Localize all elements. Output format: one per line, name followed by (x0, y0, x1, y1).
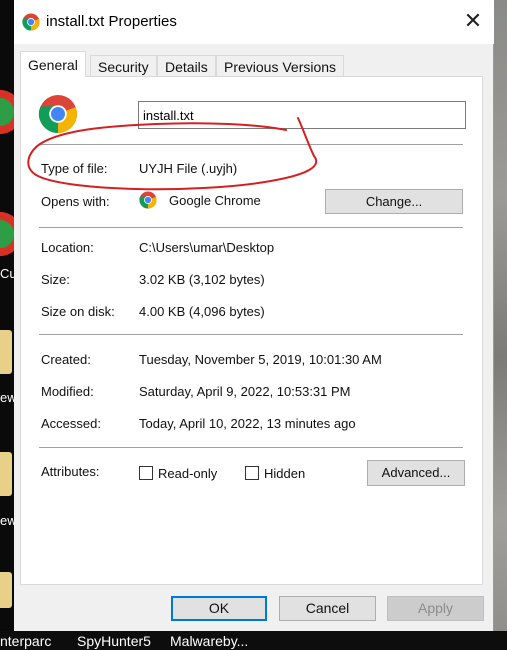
chrome-icon (38, 95, 77, 134)
opens-with-value: Google Chrome (169, 193, 261, 208)
change-button-label: Change... (365, 194, 423, 209)
size-value: 3.02 KB (3,102 bytes) (139, 272, 265, 287)
hidden-checkbox[interactable] (245, 466, 259, 480)
divider (39, 227, 463, 228)
advanced-button[interactable]: Advanced... (367, 460, 465, 486)
tab-security[interactable]: Security (90, 55, 157, 77)
chrome-icon (139, 191, 157, 209)
desktop-icon-label[interactable]: nterparc (0, 633, 51, 649)
general-panel: Type of file: UYJH File (.uyjh) Opens wi… (20, 76, 483, 585)
divider (39, 447, 463, 448)
desktop-folder-icon[interactable] (0, 572, 12, 608)
ok-button-label: OK (208, 600, 230, 616)
advanced-button-label: Advanced... (381, 465, 451, 480)
created-label: Created: (41, 352, 91, 367)
type-of-file-label: Type of file: (41, 161, 108, 176)
divider (39, 144, 463, 145)
divider (39, 334, 463, 335)
apply-button[interactable]: Apply (387, 596, 484, 621)
accessed-label: Accessed: (41, 416, 101, 431)
tab-label: General (28, 57, 78, 73)
modified-label: Modified: (41, 384, 94, 399)
file-name-input[interactable] (138, 101, 466, 129)
tab-general[interactable]: General (20, 51, 86, 77)
desktop-label-row: nterparc SpyHunter5 Malwareby... (0, 631, 507, 650)
attributes-label: Attributes: (41, 464, 100, 479)
desktop-folder-icon[interactable] (0, 452, 12, 496)
opens-with-label: Opens with: (41, 194, 110, 209)
change-button[interactable]: Change... (325, 189, 463, 214)
close-icon: ✕ (463, 8, 483, 33)
cancel-button-label: Cancel (305, 600, 350, 616)
tab-details[interactable]: Details (157, 55, 216, 77)
desktop-icon-label[interactable]: Malwareby... (170, 633, 248, 649)
close-button[interactable]: ✕ (458, 8, 488, 36)
apply-button-label: Apply (417, 600, 454, 616)
read-only-label[interactable]: Read-only (158, 466, 217, 481)
location-value: C:\Users\umar\Desktop (139, 240, 275, 255)
hidden-label[interactable]: Hidden (264, 466, 305, 481)
desktop-icon-label[interactable]: SpyHunter5 (77, 633, 151, 649)
tab-label: Details (165, 59, 208, 75)
desktop-background-right (494, 0, 507, 650)
properties-dialog: install.txt Properties ✕ General Securit… (14, 0, 494, 631)
ok-button[interactable]: OK (171, 596, 267, 621)
tab-previous-versions[interactable]: Previous Versions (216, 55, 345, 77)
size-on-disk-label: Size on disk: (41, 304, 115, 319)
chrome-icon (22, 13, 40, 31)
title-bar[interactable]: install.txt Properties ✕ (14, 0, 494, 44)
size-on-disk-value: 4.00 KB (4,096 bytes) (139, 304, 265, 319)
desktop-chrome-icon[interactable] (0, 204, 14, 264)
window-title: install.txt Properties (46, 13, 177, 30)
location-label: Location: (41, 240, 94, 255)
cancel-button[interactable]: Cancel (279, 596, 376, 621)
created-value: Tuesday, November 5, 2019, 10:01:30 AM (139, 352, 382, 367)
desktop-chrome-icon[interactable] (0, 82, 14, 142)
tab-label: Previous Versions (224, 59, 337, 75)
tab-label: Security (98, 59, 149, 75)
accessed-value: Today, April 10, 2022, 13 minutes ago (139, 416, 356, 431)
type-of-file-value: UYJH File (.uyjh) (139, 161, 238, 176)
modified-value: Saturday, April 9, 2022, 10:53:31 PM (139, 384, 351, 399)
desktop-folder-icon[interactable] (0, 330, 12, 374)
read-only-checkbox[interactable] (139, 466, 153, 480)
size-label: Size: (41, 272, 70, 287)
